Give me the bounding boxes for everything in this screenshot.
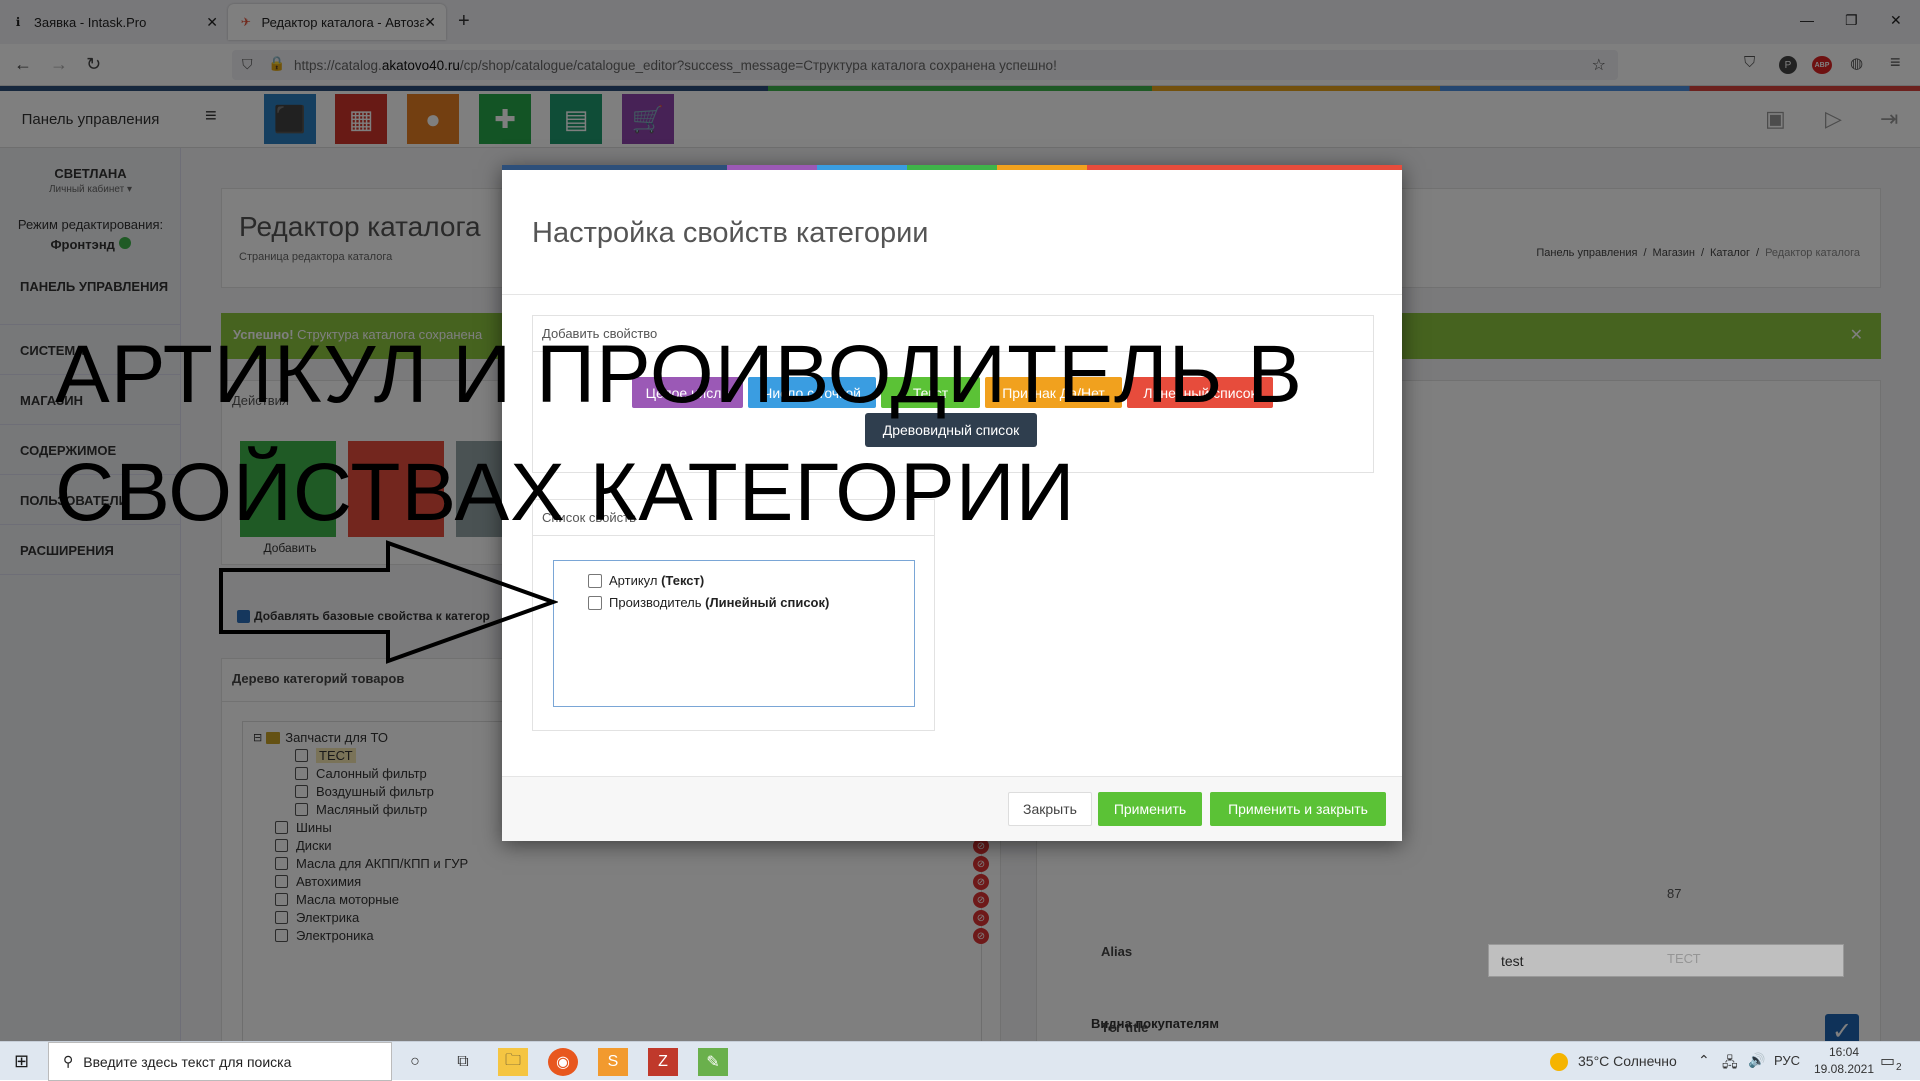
notepad-icon[interactable]: ✎	[698, 1048, 728, 1076]
sublime-icon[interactable]: S	[598, 1048, 628, 1076]
file-explorer-icon[interactable]: 🗀	[498, 1048, 528, 1076]
alias-input[interactable]: test	[1488, 944, 1844, 977]
taskbar-search[interactable]: ⚲ Введите здесь текст для поиска	[48, 1042, 392, 1081]
tray-chevron-icon[interactable]: ⌃	[1698, 1052, 1710, 1069]
notifications-icon[interactable]: ▭	[1880, 1051, 1895, 1071]
cortana-icon[interactable]: ○	[400, 1048, 430, 1076]
search-icon: ⚲	[63, 1053, 74, 1069]
property-checkbox[interactable]	[588, 573, 602, 588]
sun-icon	[1550, 1053, 1568, 1071]
close-button[interactable]: Закрыть	[1008, 792, 1092, 826]
clock-date[interactable]: 19.08.2021	[1808, 1062, 1880, 1076]
alias-label: Alias	[1101, 944, 1133, 959]
taskbar: ⊞ ⚲ Введите здесь текст для поиска ○ ⧉ 🗀…	[0, 1041, 1920, 1081]
modal-stripe	[502, 165, 1402, 170]
tag-title-label: Tег title	[1101, 1020, 1149, 1035]
property-checkbox[interactable]	[588, 595, 602, 610]
volume-icon[interactable]: 🔊	[1748, 1052, 1765, 1069]
language-indicator[interactable]: РУС	[1774, 1053, 1800, 1068]
caption-line-1: АРТИКУЛ И ПРОИВОДИТЕЛЬ В	[55, 329, 1303, 420]
apply-close-button[interactable]: Применить и закрыть	[1210, 792, 1386, 826]
property-list: Артикул (Текст) Производитель (Линейный …	[553, 560, 915, 707]
filezilla-icon[interactable]: Z	[648, 1048, 678, 1076]
firefox-icon[interactable]: ◉	[548, 1048, 578, 1076]
network-icon[interactable]: 🖧	[1722, 1052, 1738, 1076]
clock-time[interactable]: 16:04	[1808, 1045, 1880, 1059]
property-row[interactable]: Производитель (Линейный список)	[588, 595, 829, 610]
arrow-annotation	[219, 540, 558, 664]
caption-line-2: СВОЙСТВАХ КАТЕГОРИИ	[55, 447, 1076, 538]
modal-title: Настройка свойств категории	[532, 217, 929, 249]
apply-button[interactable]: Применить	[1098, 792, 1202, 826]
windows-start-icon[interactable]: ⊞	[14, 1051, 29, 1072]
notifications-count: 2	[1896, 1062, 1902, 1073]
property-row[interactable]: Артикул (Текст)	[588, 573, 704, 588]
task-view-icon[interactable]: ⧉	[448, 1048, 478, 1076]
weather-text[interactable]: 35°C Солнечно	[1578, 1053, 1677, 1069]
